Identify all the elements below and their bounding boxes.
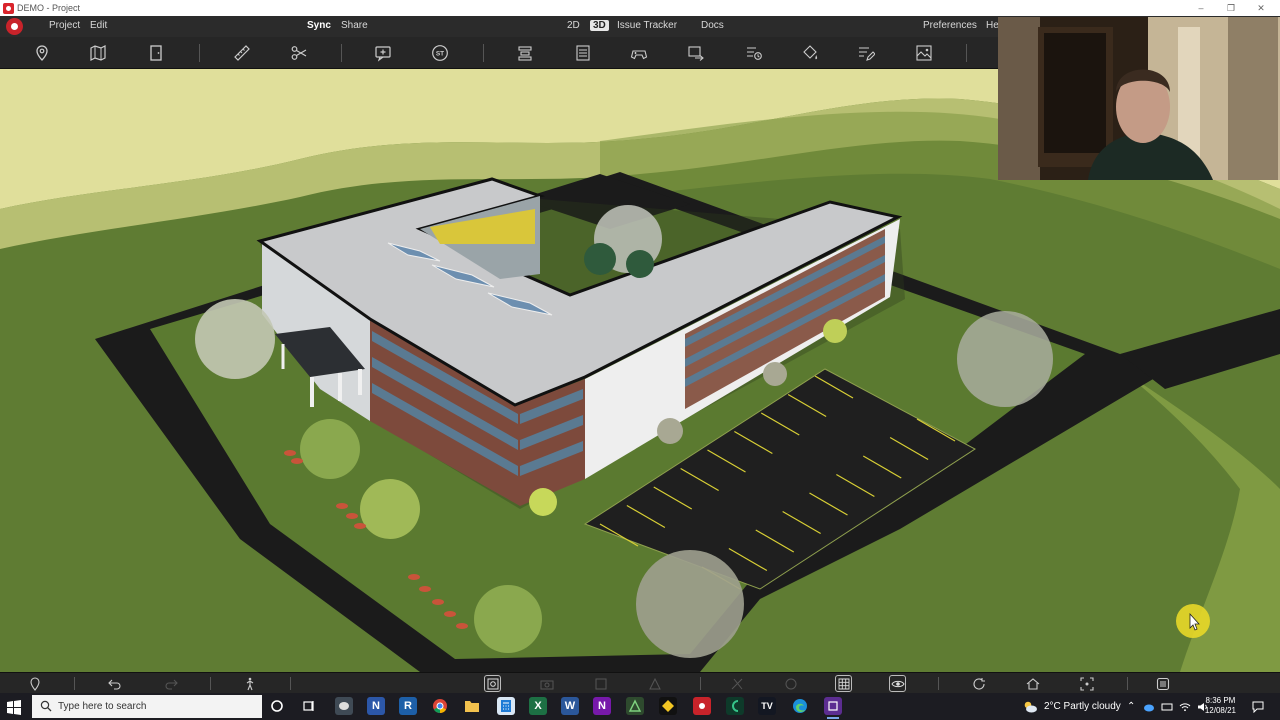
app-icon-green[interactable] — [626, 697, 644, 715]
window-title-bar: DEMO - Project – ❐ ✕ — [0, 0, 1280, 16]
bottom-toolbar — [0, 672, 1280, 693]
search-placeholder: Type here to search — [58, 701, 147, 712]
onedrive-icon[interactable] — [1143, 702, 1155, 712]
notifications-icon[interactable] — [1252, 693, 1264, 720]
eye-icon[interactable] — [889, 675, 906, 692]
window-controls: – ❐ ✕ — [1186, 0, 1276, 16]
cut-plane-icon — [728, 675, 745, 692]
wifi-icon[interactable] — [1179, 702, 1191, 712]
map-pin-icon[interactable] — [88, 43, 108, 63]
taskbar-search-box[interactable]: Type here to search — [32, 695, 262, 718]
st-icon[interactable]: ST — [430, 43, 450, 63]
add-comment-icon[interactable] — [373, 43, 393, 63]
app-icon-chat[interactable] — [335, 697, 353, 715]
weather-text: 2°C Partly cloudy — [1044, 701, 1121, 712]
minimize-button[interactable]: – — [1186, 0, 1216, 16]
app-icon-tv[interactable]: TV — [758, 697, 776, 715]
issue-tracker-button[interactable]: Issue Tracker — [617, 20, 677, 31]
partly-cloudy-icon — [1024, 701, 1037, 712]
view-3d-toggle[interactable]: 3D — [590, 20, 609, 31]
menu-project[interactable]: Project — [49, 20, 80, 31]
docs-button[interactable]: Docs — [701, 20, 724, 31]
app-logo-icon[interactable] — [6, 18, 23, 35]
preferences-button[interactable]: Preferences — [923, 20, 977, 31]
transfer-icon[interactable] — [686, 43, 706, 63]
home-icon[interactable] — [1024, 675, 1041, 692]
cortana-icon[interactable] — [268, 697, 286, 715]
taskbar-clock[interactable]: 8:36 PM 12/08/21 — [1205, 696, 1236, 716]
undo-icon[interactable] — [106, 675, 123, 692]
gamepad-icon[interactable] — [629, 43, 649, 63]
location-pin-icon[interactable] — [26, 675, 43, 692]
app-icon-revit[interactable]: R — [399, 697, 417, 715]
orbit-icon — [782, 675, 799, 692]
app-icon-red[interactable] — [693, 697, 711, 715]
help-button[interactable]: He — [986, 20, 999, 31]
app-icon-active-project[interactable] — [824, 697, 842, 719]
share-button[interactable]: Share — [341, 20, 368, 31]
presenter-video — [998, 17, 1280, 180]
walk-mode-icon[interactable] — [241, 675, 258, 692]
weather-widget[interactable]: 2°C Partly cloudy — [1022, 693, 1121, 720]
chevron-up-icon[interactable]: ⌃ — [1127, 701, 1135, 712]
scissors-icon[interactable] — [289, 43, 309, 63]
cursor-highlight — [1176, 604, 1210, 638]
network-icon[interactable] — [1161, 702, 1173, 712]
excel-icon[interactable]: X — [529, 697, 547, 715]
list-document-icon[interactable] — [573, 43, 593, 63]
paint-bucket-icon[interactable] — [800, 43, 820, 63]
webcam-overlay — [998, 17, 1280, 180]
view-2d-toggle[interactable]: 2D — [567, 20, 580, 31]
clock-time: 8:36 PM — [1205, 696, 1236, 705]
camera-icon — [538, 675, 555, 692]
export-image-icon[interactable] — [914, 43, 934, 63]
location-pin-icon[interactable] — [32, 43, 52, 63]
mouse-pointer-icon — [1189, 612, 1200, 631]
windows-start-icon[interactable] — [6, 699, 22, 715]
search-icon — [40, 700, 52, 712]
render-icon — [646, 675, 663, 692]
sync-button[interactable]: Sync — [307, 20, 331, 31]
calculator-icon[interactable] — [497, 697, 515, 715]
edit-sheet-icon[interactable] — [856, 43, 876, 63]
ruler-icon[interactable] — [232, 43, 252, 63]
task-view-icon[interactable] — [300, 697, 318, 715]
file-explorer-icon[interactable] — [463, 697, 481, 715]
section-box-icon — [592, 675, 609, 692]
app-icon-teal[interactable] — [726, 697, 744, 715]
layers-stack-icon[interactable] — [515, 43, 535, 63]
restore-button[interactable]: ❐ — [1216, 0, 1246, 16]
screenshot-icon[interactable] — [484, 675, 501, 692]
app-icon-diamond[interactable] — [659, 697, 677, 715]
app-icon-n[interactable]: N — [367, 697, 385, 715]
app-logo-icon — [3, 2, 14, 14]
system-tray: ⌃ — [1127, 693, 1209, 720]
os-taskbar: Type here to search N R X W N TV 2°C Par… — [0, 693, 1280, 720]
window-title: DEMO - Project — [17, 3, 81, 13]
schedule-list-icon[interactable] — [744, 43, 764, 63]
svg-text:ST: ST — [436, 51, 444, 58]
zoom-extents-icon[interactable] — [1078, 675, 1095, 692]
settings-panel-icon[interactable] — [1154, 675, 1171, 692]
chrome-icon[interactable] — [431, 697, 449, 715]
redo-icon — [162, 675, 179, 692]
word-icon[interactable]: W — [561, 697, 579, 715]
edge-icon[interactable] — [791, 697, 809, 715]
grid-icon[interactable] — [835, 675, 852, 692]
clock-date: 12/08/21 — [1204, 706, 1236, 715]
onenote-icon[interactable]: N — [593, 697, 611, 715]
rotate-view-icon[interactable] — [970, 675, 987, 692]
menu-edit[interactable]: Edit — [90, 20, 107, 31]
door-icon[interactable] — [146, 43, 166, 63]
close-button[interactable]: ✕ — [1246, 0, 1276, 16]
